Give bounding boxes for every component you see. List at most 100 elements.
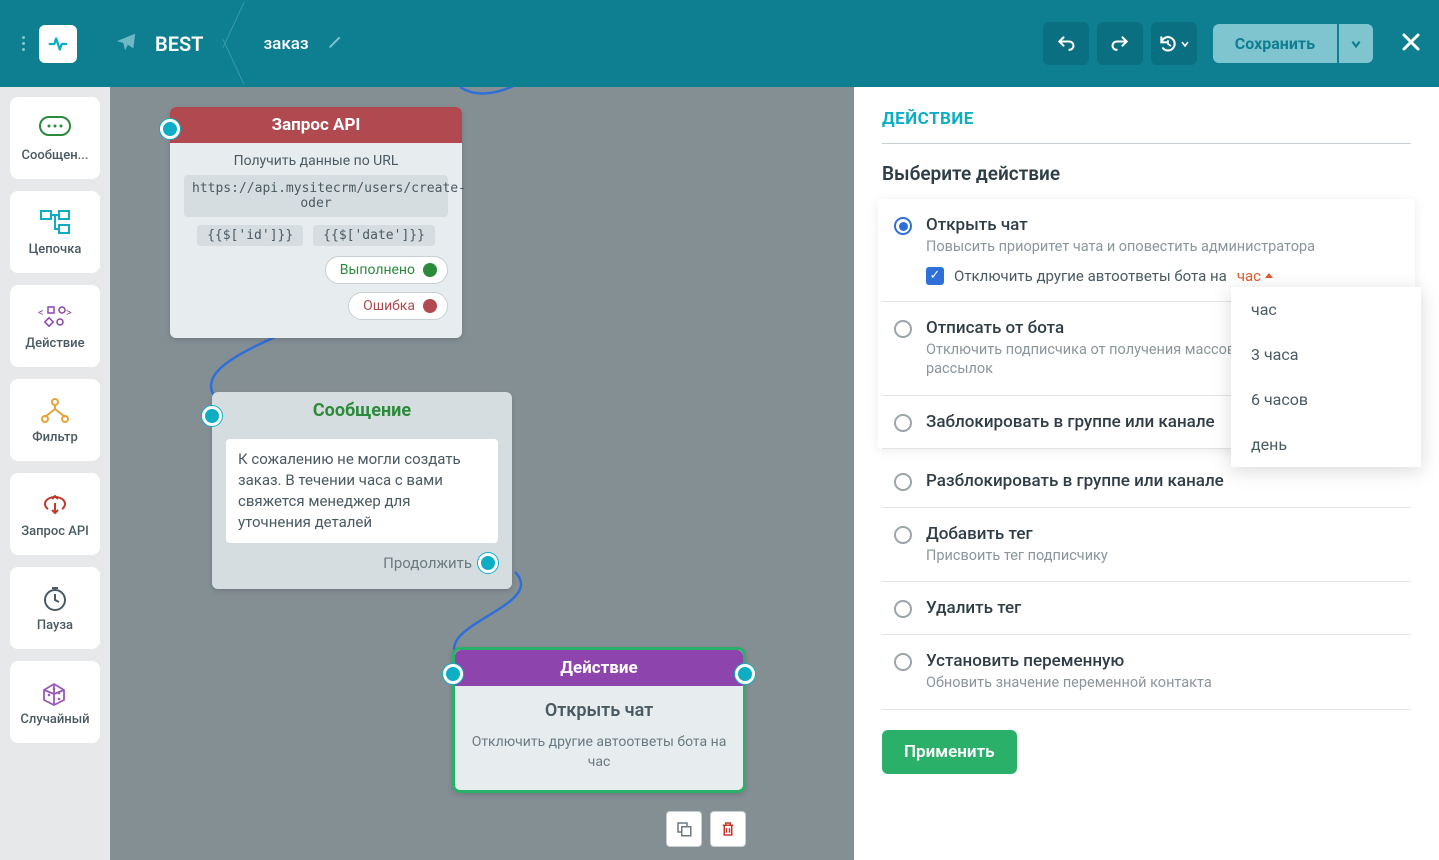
node-body: К сожалению не могли создать заказ. В те… xyxy=(212,429,512,589)
sub-check-text: Отключить другие автоответы бота на xyxy=(954,267,1227,285)
flow-name[interactable]: заказ xyxy=(263,34,308,54)
node-title: Запрос API xyxy=(170,107,462,143)
option-label: Разблокировать в группе или канале xyxy=(926,471,1399,491)
sidebar-item-label: Цепочка xyxy=(29,242,82,257)
radio[interactable] xyxy=(894,526,912,544)
sidebar-item-message[interactable]: Сообщен... xyxy=(10,97,100,179)
canvas[interactable]: Запрос API Получить данные по URL https:… xyxy=(110,87,854,860)
random-icon xyxy=(38,678,72,706)
radio[interactable] xyxy=(894,653,912,671)
radio[interactable] xyxy=(894,473,912,491)
pill-success[interactable]: Выполнено xyxy=(325,256,448,284)
action-icon: <> xyxy=(38,302,72,330)
sidebar-item-label: Фильтр xyxy=(32,430,78,445)
svg-text:>: > xyxy=(66,306,72,319)
port-continue[interactable] xyxy=(478,553,498,573)
sidebar-item-label: Пауза xyxy=(37,618,73,633)
dropdown-item[interactable]: 6 часов xyxy=(1231,377,1421,422)
save-dropdown-button[interactable] xyxy=(1339,24,1373,63)
node-subtitle: Получить данные по URL xyxy=(184,153,448,169)
sidebar-item-label: Сообщен... xyxy=(22,148,89,163)
dropdown-item[interactable]: 3 часа xyxy=(1231,332,1421,377)
node-api[interactable]: Запрос API Получить данные по URL https:… xyxy=(170,107,462,338)
undo-button[interactable] xyxy=(1043,22,1089,65)
sidebar: Сообщен... Цепочка <> Действие Фильтр За… xyxy=(0,87,110,860)
param-1: {{$['id']}} xyxy=(197,225,303,246)
port-error[interactable] xyxy=(423,299,437,313)
node-message[interactable]: Сообщение К сожалению не могли создать з… xyxy=(212,392,512,589)
option-desc: Присвоить тег подписчику xyxy=(926,547,1399,566)
redo-button[interactable] xyxy=(1097,22,1143,65)
svg-text:<: < xyxy=(38,306,44,319)
mini-toolbar xyxy=(666,811,746,847)
sidebar-item-filter[interactable]: Фильтр xyxy=(10,379,100,461)
pill-error[interactable]: Ошибка xyxy=(348,292,448,320)
port-in[interactable] xyxy=(202,406,222,426)
node-body: Получить данные по URL https://api.mysit… xyxy=(170,143,462,338)
option-desc: Обновить значение переменной контакта xyxy=(926,674,1399,693)
telegram-icon xyxy=(115,31,137,57)
panel-title: ДЕЙСТВИЕ xyxy=(882,109,1411,144)
edit-icon[interactable] xyxy=(327,34,343,54)
param-row: {{$['id']}} {{$['date']}} xyxy=(184,225,448,246)
close-icon[interactable] xyxy=(1399,30,1423,58)
filter-icon xyxy=(38,396,72,424)
history-button[interactable] xyxy=(1151,22,1197,65)
message-icon xyxy=(38,114,72,142)
apply-button[interactable]: Применить xyxy=(882,730,1017,774)
breadcrumb-separator xyxy=(223,0,243,87)
action-heading: Открыть чат xyxy=(455,700,743,721)
option-label: Открыть чат xyxy=(926,215,1399,235)
sidebar-item-pause[interactable]: Пауза xyxy=(10,567,100,649)
side-panel: ДЕЙСТВИЕ Выберите действие Открыть чат П… xyxy=(854,87,1439,860)
checkbox[interactable]: ✓ xyxy=(926,267,944,285)
radio[interactable] xyxy=(894,217,912,235)
api-url: https://api.mysitecrm/users/create-oder xyxy=(184,175,448,217)
delete-button[interactable] xyxy=(710,811,746,847)
continue-row: Продолжить xyxy=(226,553,498,579)
radio[interactable] xyxy=(894,320,912,338)
dropdown-item[interactable]: час xyxy=(1231,287,1421,332)
hour-dropdown: час 3 часа 6 часов день xyxy=(1231,287,1421,467)
api-icon xyxy=(38,490,72,518)
option-set-variable[interactable]: Установить переменную Обновить значение … xyxy=(882,635,1411,710)
hour-dropdown-trigger[interactable]: час xyxy=(1237,267,1273,285)
menu-icon[interactable] xyxy=(16,30,31,57)
node-action[interactable]: Действие Открыть чат Отключить другие ав… xyxy=(452,647,746,793)
sidebar-item-chain[interactable]: Цепочка xyxy=(10,191,100,273)
message-text: К сожалению не могли создать заказ. В те… xyxy=(226,439,498,543)
save-button[interactable]: Сохранить xyxy=(1213,24,1337,63)
port-success[interactable] xyxy=(423,263,437,277)
port-out[interactable] xyxy=(735,664,755,684)
dropdown-item[interactable]: день xyxy=(1231,422,1421,467)
sidebar-item-api[interactable]: Запрос API xyxy=(10,473,100,555)
header-left: BEST заказ xyxy=(16,0,343,87)
option-label: Установить переменную xyxy=(926,651,1399,671)
pill-label: Ошибка xyxy=(363,298,415,314)
port-in[interactable] xyxy=(160,119,180,139)
sidebar-item-label: Действие xyxy=(25,336,84,351)
sidebar-item-action[interactable]: <> Действие xyxy=(10,285,100,367)
continue-label: Продолжить xyxy=(383,554,472,572)
param-2: {{$['date']}} xyxy=(313,225,435,246)
radio[interactable] xyxy=(894,414,912,432)
radio[interactable] xyxy=(894,600,912,618)
pause-icon xyxy=(38,584,72,612)
hour-label: час xyxy=(1237,267,1261,285)
action-subtitle: Отключить другие автоответы бота на час xyxy=(455,733,743,790)
bot-name[interactable]: BEST xyxy=(155,32,203,56)
option-label: Добавить тег xyxy=(926,524,1399,544)
panel-subtitle: Выберите действие xyxy=(882,162,1411,185)
duplicate-button[interactable] xyxy=(666,811,702,847)
logo[interactable] xyxy=(39,25,77,63)
save-group: Сохранить xyxy=(1213,24,1373,63)
port-in[interactable] xyxy=(443,664,463,684)
option-add-tag[interactable]: Добавить тег Присвоить тег подписчику xyxy=(882,508,1411,583)
option-desc: Повысить приоритет чата и оповестить адм… xyxy=(926,238,1399,257)
caret-up-icon xyxy=(1265,273,1273,278)
option-label: Удалить тег xyxy=(926,598,1399,618)
sidebar-item-random[interactable]: Случайный xyxy=(10,661,100,743)
option-remove-tag[interactable]: Удалить тег xyxy=(882,582,1411,635)
node-title: Действие xyxy=(455,650,743,686)
sidebar-item-label: Случайный xyxy=(20,712,89,727)
